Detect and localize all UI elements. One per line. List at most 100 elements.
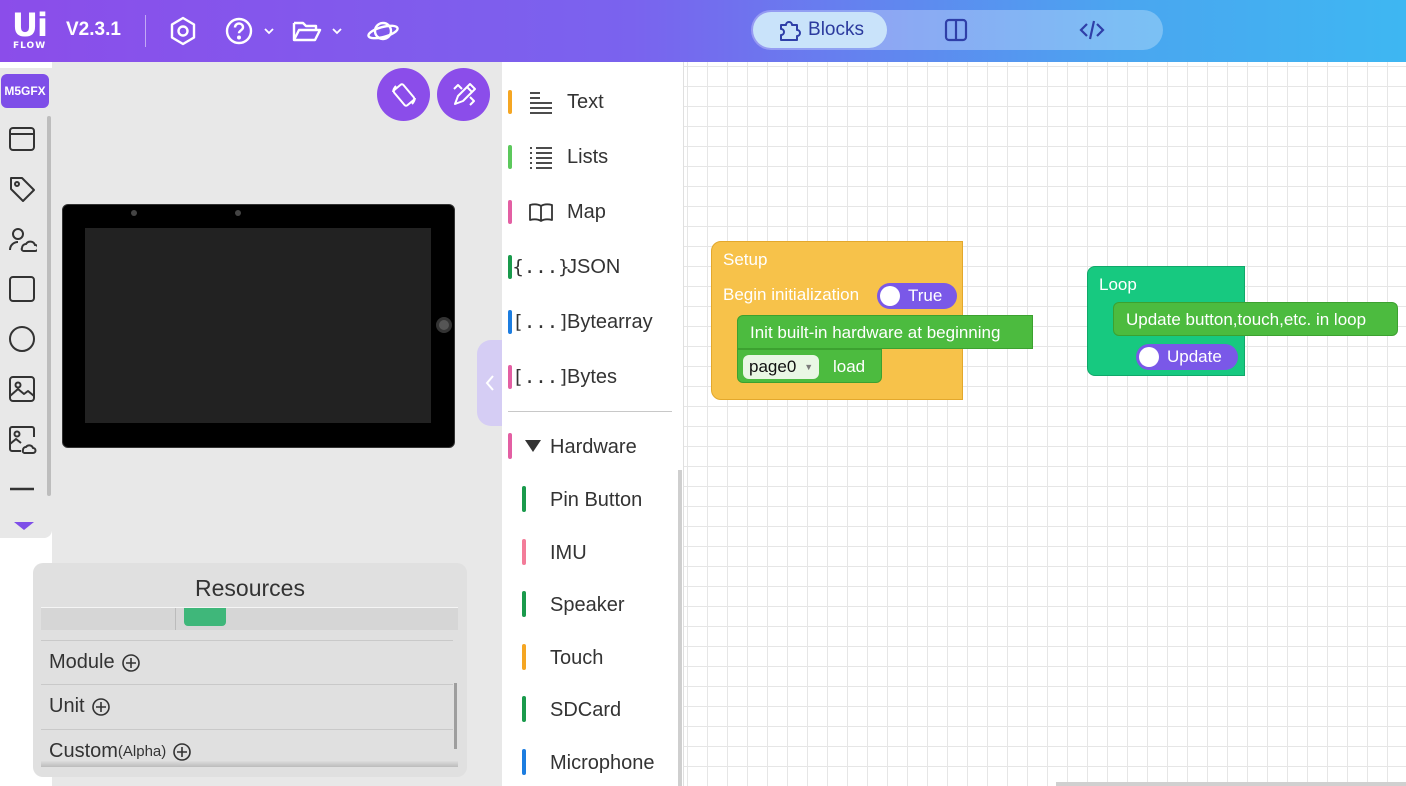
category-color-bar <box>508 310 512 334</box>
category-color-bar <box>522 486 526 512</box>
cloud-image-icon[interactable] <box>7 424 37 454</box>
init-hardware-block[interactable]: Init built-in hardware at beginning <box>737 315 1033 349</box>
rotate-device-icon <box>391 82 416 107</box>
rotate-screen-button[interactable] <box>377 68 430 121</box>
module-label: Module <box>49 651 115 673</box>
custom-alpha-label: (Alpha) <box>117 743 167 760</box>
category-color-bar <box>508 433 512 459</box>
update-toggle-label: Update <box>1167 347 1222 366</box>
resource-item-icon[interactable] <box>184 608 226 626</box>
line-icon[interactable] <box>7 474 37 504</box>
update-toggle[interactable]: Update <box>1136 344 1238 370</box>
category-label: Hardware <box>550 436 637 458</box>
category-label: Text <box>567 91 604 113</box>
subcategory-pin-button[interactable]: Pin Button <box>502 480 682 520</box>
collapse-panel-tab[interactable] <box>477 340 503 426</box>
device-camera <box>131 210 137 216</box>
category-bytes[interactable]: [...] Bytes <box>502 357 682 397</box>
resources-scrollbar[interactable] <box>454 683 457 749</box>
category-hardware[interactable]: Hardware <box>502 427 682 467</box>
category-label: Microphone <box>550 752 655 774</box>
window-icon[interactable] <box>7 124 37 154</box>
collapse-triangle-icon[interactable] <box>525 440 541 452</box>
setup-block[interactable]: Setup Begin initialization True Init bui… <box>711 241 1033 400</box>
update-loop-label: Update button,touch,etc. in loop <box>1126 310 1367 329</box>
settings-icon[interactable] <box>166 14 200 48</box>
category-label: JSON <box>567 256 621 278</box>
page-value: page0 <box>749 357 797 376</box>
category-label: Touch <box>550 647 604 669</box>
version-label: V2.3.1 <box>66 19 121 40</box>
subcategory-imu[interactable]: IMU <box>502 533 682 573</box>
planet-icon[interactable] <box>366 14 400 48</box>
category-label: Speaker <box>550 594 625 616</box>
dropdown-arrow-icon: ▼ <box>804 362 814 372</box>
begin-init-label: Begin initialization <box>723 285 860 304</box>
code-view-button[interactable] <box>1027 12 1157 48</box>
uiflow-logo: Ui FLOW <box>12 6 48 51</box>
init-hardware-label: Init built-in hardware at beginning <box>750 323 1001 342</box>
unit-row[interactable]: Unit <box>41 684 453 728</box>
device-home-button <box>436 317 452 333</box>
cloud-user-icon[interactable] <box>7 224 39 254</box>
split-view-button[interactable] <box>891 12 1021 48</box>
edit-ui-button[interactable] <box>437 68 490 121</box>
unit-label: Unit <box>49 695 85 717</box>
toggle-knob <box>1139 347 1159 367</box>
category-bytearray[interactable]: [...] Bytearray <box>502 302 682 342</box>
category-label: Map <box>567 201 606 223</box>
subcategory-sdcard[interactable]: SDCard <box>502 690 682 730</box>
category-color-bar <box>522 644 526 670</box>
add-unit-icon[interactable] <box>91 697 111 717</box>
help-icon[interactable] <box>222 14 256 48</box>
subcategory-touch[interactable]: Touch <box>502 638 682 678</box>
toolbar-expand-caret-icon[interactable] <box>14 522 34 530</box>
category-label: Lists <box>567 146 609 168</box>
begin-init-toggle[interactable]: True <box>877 283 957 309</box>
loop-block[interactable]: Loop Update button,touch,etc. in loop Up… <box>1087 266 1398 376</box>
subcategory-microphone[interactable]: Microphone <box>502 743 682 783</box>
category-scrollbar[interactable] <box>678 470 682 786</box>
category-lists[interactable]: Lists <box>502 137 682 177</box>
category-text[interactable]: Text <box>502 82 682 122</box>
strip-divider <box>175 608 176 630</box>
loop-title: Loop <box>1099 275 1137 294</box>
device-screen-canvas[interactable] <box>85 228 431 423</box>
split-view-icon <box>944 18 968 42</box>
square-icon[interactable] <box>7 274 37 304</box>
module-row[interactable]: Module <box>41 640 453 684</box>
category-color-bar <box>508 365 512 389</box>
brackets-icon: [...] <box>512 311 570 333</box>
category-map[interactable]: Map <box>502 192 682 232</box>
workspace-scrollbar[interactable] <box>1056 782 1406 786</box>
page-dropdown[interactable]: page0 ▼ <box>743 355 820 379</box>
tag-icon[interactable] <box>7 174 37 204</box>
add-custom-icon[interactable] <box>172 742 192 762</box>
device-sensor <box>235 210 241 216</box>
category-color-bar <box>508 255 512 279</box>
page-load-block[interactable]: page0 ▼ load <box>737 349 882 383</box>
subcategory-speaker[interactable]: Speaker <box>502 585 682 625</box>
top-bar: Ui FLOW V2.3.1 Blocks <box>0 0 1406 62</box>
add-module-icon[interactable] <box>121 653 141 673</box>
topbar-divider <box>145 15 146 47</box>
category-json[interactable]: {...} JSON <box>502 247 682 287</box>
toolbar-scrollbar[interactable] <box>47 116 51 496</box>
blocks-view-label: Blocks <box>808 19 864 40</box>
circle-icon[interactable] <box>7 324 37 354</box>
category-color-bar <box>508 90 512 114</box>
category-color-bar <box>522 539 526 565</box>
update-loop-block[interactable]: Update button,touch,etc. in loop <box>1113 302 1398 336</box>
block-category-panel: Text Lists Map {...} JSON [...] Bytearra… <box>502 62 684 786</box>
category-color-bar <box>522 749 526 775</box>
image-icon[interactable] <box>7 374 37 404</box>
folder-open-icon[interactable] <box>290 14 324 48</box>
m5gfx-badge[interactable]: M5GFX <box>1 74 49 108</box>
category-color-bar <box>522 591 526 617</box>
folder-chevron-down-icon[interactable] <box>331 24 343 36</box>
blocks-view-button[interactable]: Blocks <box>753 12 887 48</box>
toggle-knob <box>880 286 900 306</box>
help-chevron-down-icon[interactable] <box>263 24 275 36</box>
setup-title: Setup <box>723 250 768 269</box>
blocks-workspace[interactable]: Setup Begin initialization True Init bui… <box>684 62 1406 786</box>
